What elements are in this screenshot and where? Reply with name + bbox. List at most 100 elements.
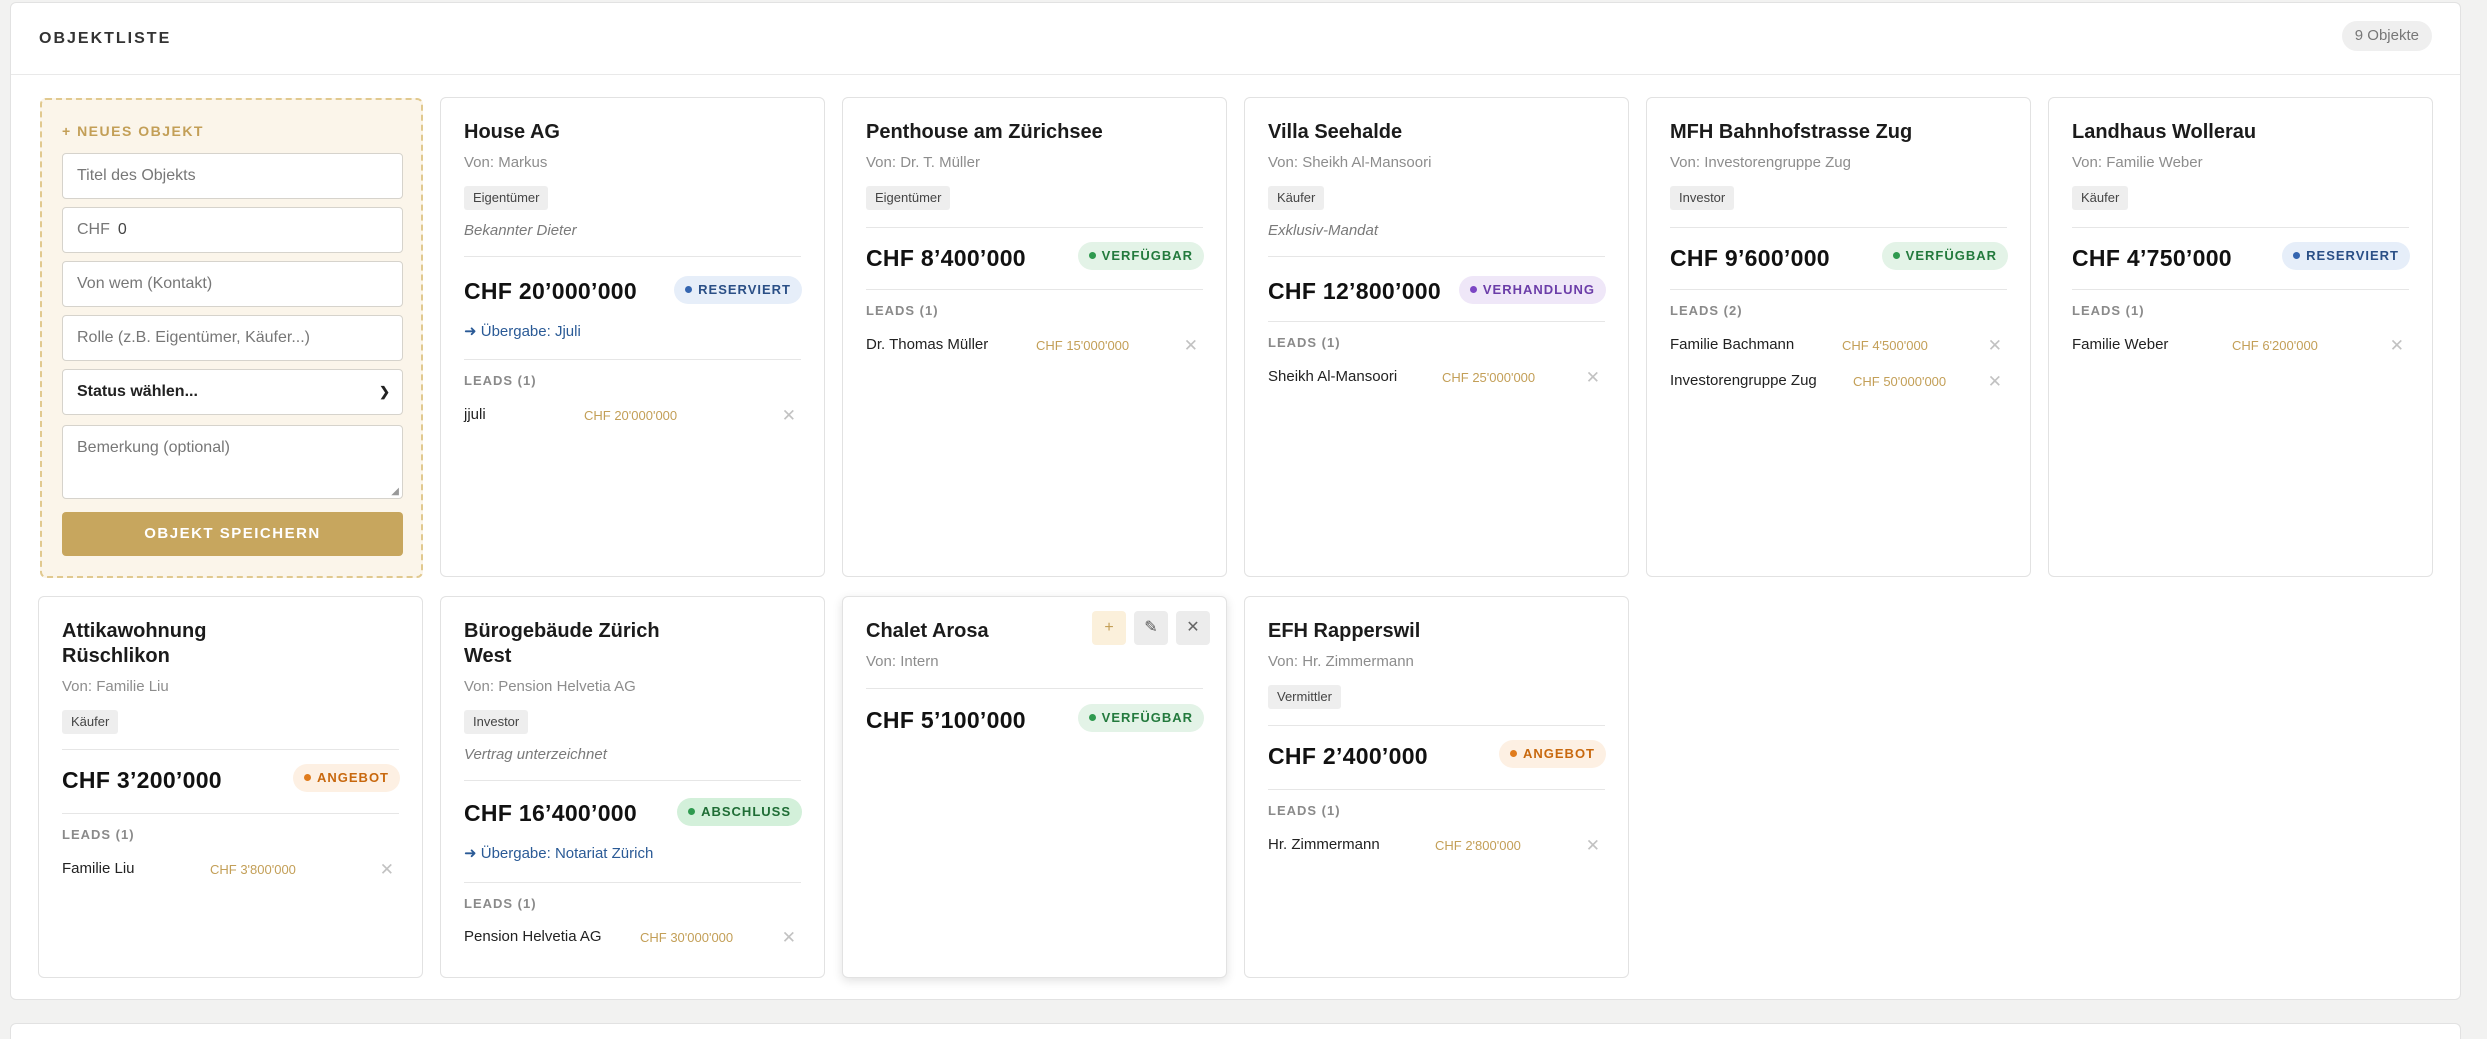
object-title-line: Bürogebäude Zürich: [464, 620, 660, 642]
object-price: CHF 9’600’000: [1670, 245, 1830, 271]
price-value: 0: [117, 221, 127, 238]
delete-button[interactable]: ✕: [1176, 611, 1210, 645]
status-label: VERFÜGBAR: [1101, 248, 1193, 263]
next-panel: [10, 1023, 2461, 1039]
object-card[interactable]: Bürogebäude Zürich West Von: Pension Helv…: [440, 596, 825, 978]
lead-amount: CHF 50'000'000: [1853, 374, 1947, 389]
title-input[interactable]: Titel des Objekts: [62, 153, 403, 199]
status-label: VERHANDLUNG: [1482, 282, 1595, 297]
role-tag: Investor: [1670, 186, 1735, 210]
remove-lead-icon[interactable]: ✕: [782, 406, 796, 426]
price-input[interactable]: CHF 0: [62, 207, 403, 253]
lead-row: jjuli CHF 20'000'000 ✕: [464, 406, 801, 428]
remove-lead-icon[interactable]: ✕: [380, 860, 394, 880]
add-lead-button[interactable]: +: [1092, 611, 1126, 645]
note-textarea[interactable]: Bemerkung (optional) ◢: [62, 425, 403, 499]
divider: [1268, 321, 1605, 322]
object-title: MFH Bahnhofstrasse Zug: [1670, 121, 1913, 143]
object-card[interactable]: MFH Bahnhofstrasse Zug Von: Investorengr…: [1646, 97, 2031, 577]
lead-row: Familie Weber CHF 6'200'000 ✕: [2072, 336, 2409, 358]
lead-row: Familie Bachmann CHF 4'500'000 ✕: [1670, 336, 2007, 358]
price-prefix: CHF: [77, 221, 110, 238]
lead-amount: CHF 3'800'000: [210, 862, 296, 877]
divider: [2072, 289, 2409, 290]
object-contact: Von: Dr. T. Müller: [866, 154, 980, 171]
save-object-button[interactable]: OBJEKT SPEICHERN: [62, 512, 403, 556]
role-tag: Investor: [464, 710, 529, 734]
status-dot-icon: [1088, 252, 1096, 259]
status-label: RESERVIERT: [698, 282, 791, 297]
status-dot-icon: [685, 286, 693, 293]
status-badge: RESERVIERT: [2282, 242, 2410, 270]
status-badge: ANGEBOT: [293, 764, 400, 792]
status-dot-icon: [688, 808, 696, 815]
role-tag: Käufer: [2072, 186, 2129, 210]
role-input[interactable]: Rolle (z.B. Eigentümer, Käufer...): [62, 315, 403, 361]
object-title: Villa Seehalde: [1268, 121, 1403, 143]
remove-lead-icon[interactable]: ✕: [1586, 368, 1600, 388]
lead-amount: CHF 25'000'000: [1442, 370, 1536, 385]
object-contact: Von: Intern: [866, 653, 939, 670]
status-badge: VERFÜGBAR: [1077, 704, 1204, 732]
lead-name: Familie Bachmann: [1670, 336, 1795, 353]
object-contact: Von: Familie Weber: [2072, 154, 2203, 171]
object-contact: Von: Sheikh Al-Mansoori: [1268, 154, 1432, 171]
lead-row: Hr. Zimmermann CHF 2'800'000 ✕: [1268, 836, 1605, 858]
handover-link[interactable]: ➜ Übergabe: Notariat Zürich: [464, 844, 653, 862]
status-label: RESERVIERT: [2306, 248, 2399, 263]
object-title-line: Attikawohnung: [62, 620, 207, 642]
object-card[interactable]: EFH Rapperswil Von: Hr. Zimmermann Vermi…: [1244, 596, 1629, 978]
status-label: ANGEBOT: [1523, 746, 1595, 761]
remove-lead-icon[interactable]: ✕: [1184, 336, 1198, 356]
object-card[interactable]: Attikawohnung Rüschlikon Von: Familie Liu…: [38, 596, 423, 978]
object-card[interactable]: Villa Seehalde Von: Sheikh Al-Mansoori K…: [1244, 97, 1629, 577]
object-title: Attikawohnung Rüschlikon: [62, 619, 206, 669]
leads-heading: LEADS (1): [1268, 335, 1341, 350]
role-tag: Eigentümer: [866, 186, 951, 210]
remove-lead-icon[interactable]: ✕: [1988, 336, 2002, 356]
handover-link[interactable]: ➜ Übergabe: Jjuli: [464, 322, 581, 340]
lead-row: Dr. Thomas Müller CHF 15'000'000 ✕: [866, 336, 1203, 358]
object-price: CHF 4’750’000: [2072, 245, 2232, 271]
status-select[interactable]: Status wählen... ❯: [62, 369, 403, 415]
status-dot-icon: [304, 774, 311, 781]
remove-lead-icon[interactable]: ✕: [1988, 372, 2002, 392]
edit-button[interactable]: ✎: [1134, 611, 1168, 645]
status-dot-icon: [1088, 714, 1096, 721]
remove-lead-icon[interactable]: ✕: [782, 928, 796, 948]
lead-amount: CHF 20'000'000: [584, 408, 678, 423]
divider: [2072, 227, 2409, 228]
lead-row: Pension Helvetia AG CHF 30'000'000 ✕: [464, 928, 801, 950]
page-title: OBJEKTLISTE: [39, 30, 172, 47]
status-select-value: Status wählen...: [77, 383, 198, 400]
lead-name: Familie Weber: [2072, 336, 2169, 353]
object-title: Landhaus Wollerau: [2072, 121, 2257, 143]
lead-amount: CHF 2'800'000: [1435, 838, 1521, 853]
divider: [62, 813, 399, 814]
leads-heading: LEADS (1): [2072, 303, 2145, 318]
object-title: Bürogebäude Zürich West: [464, 619, 660, 669]
panel-header: OBJEKTLISTE 9 Objekte: [11, 3, 2460, 75]
lead-amount: CHF 6'200'000: [2232, 338, 2318, 353]
remove-lead-icon[interactable]: ✕: [2390, 336, 2404, 356]
object-price: CHF 5’100’000: [866, 707, 1026, 733]
object-contact: Von: Markus: [464, 154, 548, 171]
note-placeholder: Bemerkung (optional): [77, 439, 230, 456]
new-object-heading: + NEUES OBJEKT: [62, 123, 204, 139]
resize-grip-icon[interactable]: ◢: [391, 486, 399, 497]
status-label: ABSCHLUSS: [701, 804, 791, 819]
divider: [62, 749, 399, 750]
object-card[interactable]: Penthouse am Zürichsee Von: Dr. T. Mülle…: [842, 97, 1227, 577]
leads-heading: LEADS (1): [62, 827, 135, 842]
object-title: Penthouse am Zürichsee: [866, 121, 1103, 143]
object-card[interactable]: House AG Von: Markus Eigentümer Bekannte…: [440, 97, 825, 577]
remove-lead-icon[interactable]: ✕: [1586, 836, 1600, 856]
contact-input[interactable]: Von wem (Kontakt): [62, 261, 403, 307]
object-card[interactable]: Chalet Arosa + ✎ ✕ Von: Intern CHF 5’100…: [842, 596, 1227, 978]
status-label: VERFÜGBAR: [1905, 248, 1997, 263]
object-price: CHF 12’800’000: [1268, 278, 1441, 304]
object-card[interactable]: Landhaus Wollerau Von: Familie Weber Käu…: [2048, 97, 2433, 577]
lead-amount: CHF 15'000'000: [1036, 338, 1130, 353]
status-dot-icon: [1892, 252, 1900, 259]
object-price: CHF 8’400’000: [866, 245, 1026, 271]
